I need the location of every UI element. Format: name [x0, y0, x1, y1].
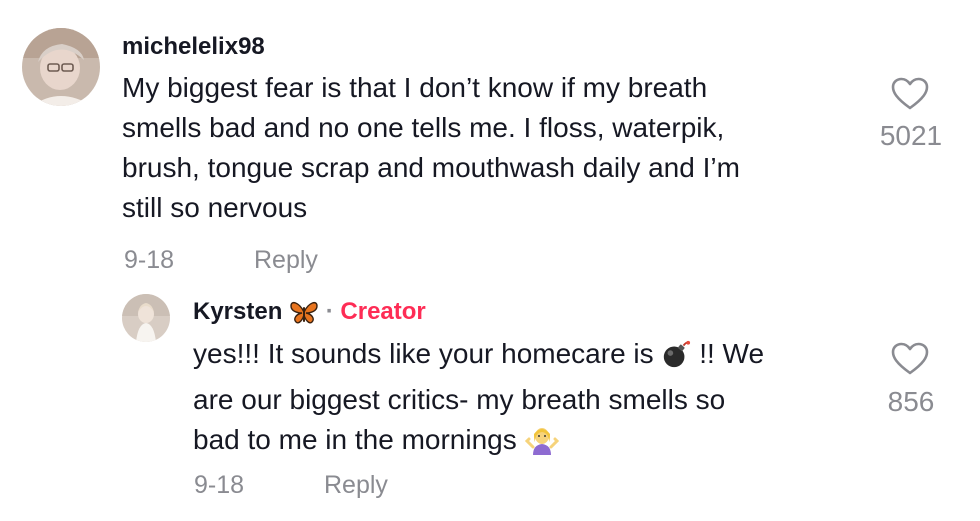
like-count: 5021 — [879, 120, 943, 151]
comment-item: michelelix98 My biggest fear is that I d… — [0, 0, 980, 290]
comment-text-line: brush, tongue scrap and mouthwash daily … — [122, 152, 740, 183]
creator-badge: Creator — [340, 298, 426, 325]
butterfly-icon — [289, 299, 319, 332]
reply-button[interactable]: Reply — [254, 246, 318, 275]
reply-item: Kyrsten · Creator yes!!! It sounds like … — [0, 290, 980, 521]
heart-outline-icon[interactable] — [890, 341, 930, 377]
comment-date: 9-18 — [124, 246, 175, 274]
comment-text: My biggest fear is that I don’t know if … — [122, 68, 862, 228]
reply-text-segment: yes!!! It sounds like your homecare is — [193, 338, 654, 369]
person-shrugging-icon — [524, 425, 559, 466]
bomb-icon — [661, 339, 691, 380]
heart-outline-icon[interactable] — [890, 76, 930, 112]
comment-text-line: My biggest fear is that I don’t know if … — [122, 72, 708, 103]
reply-button[interactable]: Reply — [324, 471, 388, 500]
reply-date: 9-18 — [194, 471, 245, 499]
reply-text-line: bad to me in the mornings — [193, 420, 873, 466]
comment-text-line: still so nervous — [122, 192, 308, 223]
reply-username-row: Kyrsten · Creator — [193, 298, 426, 332]
avatar[interactable] — [122, 294, 170, 342]
avatar[interactable] — [22, 28, 100, 106]
reply-text-line: are our biggest critics- my breath smell… — [193, 384, 726, 415]
like-count: 856 — [887, 386, 935, 417]
reply-text-line: yes!!! It sounds like your homecare is !… — [193, 334, 873, 380]
separator-dot: · — [325, 298, 334, 325]
comment-username[interactable]: michelelix98 — [122, 33, 265, 61]
reply-text-segment: !! We — [699, 338, 765, 369]
reply-text-segment: bad to me in the mornings — [193, 424, 517, 455]
reply-text: yes!!! It sounds like your homecare is !… — [193, 334, 873, 466]
reply-username[interactable]: Kyrsten — [193, 298, 282, 325]
comment-text-line: smells bad and no one tells me. I floss,… — [122, 112, 725, 143]
